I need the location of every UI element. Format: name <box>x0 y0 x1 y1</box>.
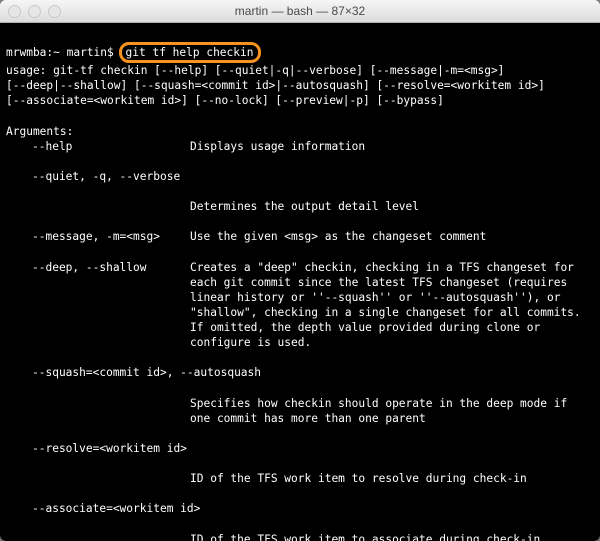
arg-desc: ID of the TFS work item to resolve durin… <box>6 471 594 486</box>
prompt-line-1: mrwmba:~ martin$ git tf help checkin <box>6 46 261 59</box>
terminal-body[interactable]: mrwmba:~ martin$ git tf help checkin usa… <box>0 23 600 541</box>
arg-flag: --message, -m=<msg> <box>6 229 182 244</box>
minimize-icon[interactable] <box>28 5 41 18</box>
arg-flag: --help <box>6 139 182 154</box>
arg-desc: Displays usage information <box>182 139 594 154</box>
close-icon[interactable] <box>8 5 21 18</box>
usage-line-1: usage: git-tf checkin [--help] [--quiet|… <box>6 64 504 77</box>
arg-flag: --resolve=<workitem id> <box>6 441 187 456</box>
arg-desc: Use the given <msg> as the changeset com… <box>182 229 594 244</box>
arg-desc <box>182 169 594 184</box>
arg-flag: --deep, --shallow <box>6 260 182 351</box>
terminal-window: martin — bash — 87×32 mrwmba:~ martin$ g… <box>0 0 600 541</box>
arg-row: --associate=<workitem id> <box>6 501 594 516</box>
highlighted-command: git tf help checkin <box>119 42 261 63</box>
arg-row: --resolve=<workitem id> <box>6 441 594 456</box>
arg-flag: --associate=<workitem id> <box>6 501 200 516</box>
command-text: git tf help checkin <box>126 46 254 59</box>
prompt-host: mrwmba:~ martin$ <box>6 46 121 59</box>
arg-flag: --squash=<commit id>, --autosquash <box>6 365 261 380</box>
arg-desc: Creates a "deep" checkin, checking in a … <box>182 260 594 351</box>
zoom-icon[interactable] <box>48 5 61 18</box>
arguments-header: Arguments: <box>6 125 73 138</box>
window-controls <box>8 5 61 18</box>
arg-flag: --quiet, -q, --verbose <box>6 169 182 184</box>
arg-desc: ID of the TFS work item to associate dur… <box>6 532 594 541</box>
titlebar[interactable]: martin — bash — 87×32 <box>0 0 600 23</box>
arg-row: --message, -m=<msg>Use the given <msg> a… <box>6 229 594 244</box>
window-title: martin — bash — 87×32 <box>235 4 365 18</box>
arg-row: --squash=<commit id>, --autosquash <box>6 365 594 380</box>
arg-row: --helpDisplays usage information <box>6 139 594 154</box>
usage-line-3: [--associate=<workitem id>] [--no-lock] … <box>6 94 444 107</box>
arg-row: --deep, --shallowCreates a "deep" checki… <box>6 260 594 351</box>
usage-line-2: [--deep|--shallow] [--squash=<commit id>… <box>6 79 545 92</box>
arg-desc: Determines the output detail level <box>6 199 594 214</box>
arg-row: --quiet, -q, --verbose <box>6 169 594 184</box>
arg-desc: Specifies how checkin should operate in … <box>6 396 594 426</box>
